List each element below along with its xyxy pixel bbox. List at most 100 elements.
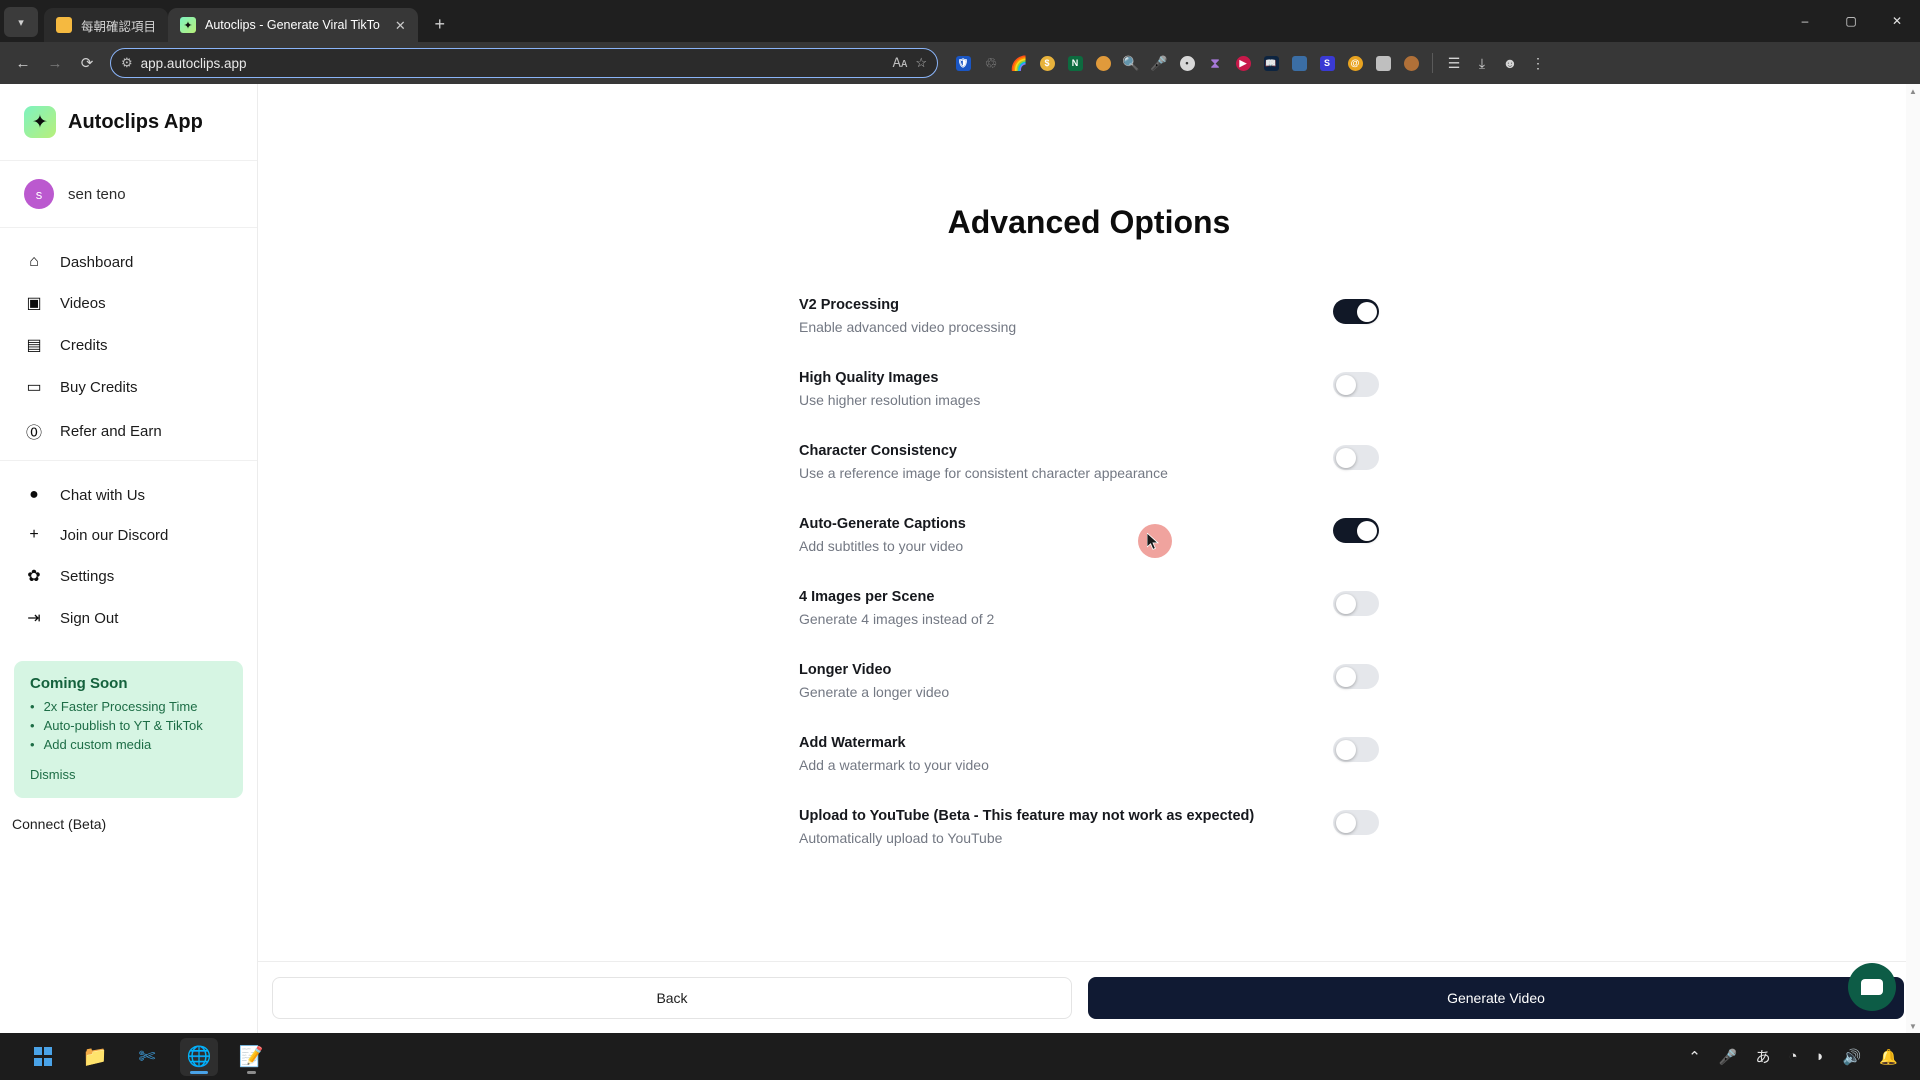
- page-info-icon[interactable]: ⚙: [121, 55, 133, 71]
- generate-video-button[interactable]: Generate Video: [1088, 976, 1904, 1019]
- option-description: Generate 4 images instead of 2: [799, 611, 995, 627]
- dismiss-link[interactable]: Dismiss: [30, 767, 76, 782]
- option-label: Add Watermark: [799, 735, 906, 751]
- browser-window: ▾ 每朝確認項目 ✦ Autoclips - Generate Viral Ti…: [0, 0, 1920, 1033]
- tab-title: Autoclips - Generate Viral TikTo: [205, 18, 380, 32]
- option-label: High Quality Images: [799, 370, 939, 386]
- sidebar-item-credits[interactable]: ▤ Credits: [0, 324, 257, 366]
- window-controls: – ▢ ✕: [1782, 0, 1920, 42]
- color-wheel-extension-icon[interactable]: 🌈: [1006, 50, 1032, 76]
- hourglass-extension-icon[interactable]: ⧗: [1202, 50, 1228, 76]
- back-icon[interactable]: ←: [8, 48, 38, 78]
- new-tab-button[interactable]: +: [426, 10, 454, 38]
- moon-icon[interactable]: ◔: [1789, 1048, 1798, 1065]
- sidebar: ✦ Autoclips App s sen teno ⌂ Dashboard ▣…: [0, 84, 258, 1033]
- blue-extension-icon[interactable]: [1286, 50, 1312, 76]
- user-row[interactable]: s sen teno: [0, 161, 257, 228]
- sidebar-item-label: Sign Out: [60, 609, 119, 627]
- file-explorer-icon[interactable]: 📁: [76, 1038, 114, 1076]
- toggle-character-consistency[interactable]: [1333, 445, 1379, 470]
- book-extension-icon[interactable]: 📖: [1258, 50, 1284, 76]
- toggle-v2-processing[interactable]: [1333, 299, 1379, 324]
- search-extension-icon[interactable]: 🔍: [1118, 50, 1144, 76]
- download-icon[interactable]: ⤓: [1469, 50, 1495, 76]
- toggle-knob: [1335, 374, 1356, 395]
- toggle-high-quality-images[interactable]: [1333, 372, 1379, 397]
- wifi-icon[interactable]: ◗: [1816, 1048, 1825, 1065]
- vscode-icon[interactable]: ✄: [128, 1038, 166, 1076]
- robot-extension-icon[interactable]: •: [1174, 50, 1200, 76]
- option-description: Generate a longer video: [799, 684, 950, 700]
- back-button[interactable]: Back: [272, 976, 1072, 1019]
- window-close-button[interactable]: ✕: [1874, 0, 1920, 42]
- option-row-4-images-per-scene: 4 Images per Scene Generate 4 images ins…: [799, 589, 1379, 627]
- frame-extension-icon[interactable]: [1370, 50, 1396, 76]
- ninja-extension-icon[interactable]: [1090, 50, 1116, 76]
- recycle-extension-icon[interactable]: ♲: [978, 50, 1004, 76]
- toggle-knob: [1335, 812, 1356, 833]
- address-bar[interactable]: ⚙ app.autoclips.app 🗛 ☆: [110, 48, 938, 78]
- sidebar-item-chat-with-us[interactable]: ● Chat with Us: [0, 475, 257, 515]
- shield-extension-icon[interactable]: 🛡: [950, 50, 976, 76]
- brand-name: Autoclips App: [68, 110, 203, 133]
- sidebar-item-settings[interactable]: ✿ Settings: [0, 555, 257, 597]
- option-description: Add subtitles to your video: [799, 538, 964, 554]
- sidebar-item-sign-out[interactable]: ⇥ Sign Out: [0, 597, 257, 639]
- reload-icon[interactable]: ⟳: [72, 48, 102, 78]
- scroll-up-icon[interactable]: ▲: [1906, 84, 1920, 98]
- ticket-icon: ▤: [26, 337, 42, 354]
- notification-bell-icon[interactable]: 🔔: [1879, 1048, 1898, 1066]
- sidebar-item-videos[interactable]: ▣ Videos: [0, 282, 257, 324]
- toggle-knob: [1335, 447, 1356, 468]
- page-scrollbar[interactable]: ▲ ▼: [1906, 84, 1920, 1033]
- brand[interactable]: ✦ Autoclips App: [0, 84, 257, 161]
- chrome-icon[interactable]: 🌐: [180, 1037, 218, 1076]
- ime-japanese-icon[interactable]: あ: [1755, 1046, 1770, 1067]
- toggle-longer-video[interactable]: [1333, 664, 1379, 689]
- profile-icon[interactable]: ☻: [1497, 50, 1523, 76]
- chevron-up-icon[interactable]: ⌃: [1688, 1048, 1701, 1066]
- forward-icon[interactable]: →: [40, 48, 70, 78]
- chat-bubble-icon: ●: [29, 486, 39, 503]
- scroll-down-icon[interactable]: ▼: [1906, 1019, 1920, 1033]
- cookie-extension-icon[interactable]: [1398, 50, 1424, 76]
- microphone-icon[interactable]: 🎤: [1719, 1048, 1738, 1066]
- page-title: Advanced Options: [947, 204, 1231, 240]
- notion-extension-icon[interactable]: N: [1062, 50, 1088, 76]
- toggle-auto-generate-captions[interactable]: [1333, 518, 1379, 543]
- play-extension-icon[interactable]: ▶: [1230, 50, 1256, 76]
- toggle-upload-to-youtube[interactable]: [1333, 810, 1379, 835]
- reading-list-icon[interactable]: ☰: [1441, 50, 1467, 76]
- browser-tab-2[interactable]: ✦ Autoclips - Generate Viral TikTo ✕: [168, 8, 418, 42]
- browser-tab-1[interactable]: 每朝確認項目: [44, 8, 169, 42]
- maximize-button[interactable]: ▢: [1828, 0, 1874, 42]
- close-icon[interactable]: ✕: [395, 19, 406, 32]
- coin-extension-icon[interactable]: $: [1034, 50, 1060, 76]
- sidebar-item-label: Refer and Earn: [60, 422, 162, 440]
- sidebar-item-join-our-discord[interactable]: + Join our Discord: [0, 515, 257, 555]
- coming-soon-list: 2x Faster Processing Time Auto-publish t…: [30, 699, 227, 752]
- volume-icon[interactable]: 🔊: [1843, 1048, 1862, 1066]
- toggle-4-images-per-scene[interactable]: [1333, 591, 1379, 616]
- minimize-button[interactable]: –: [1782, 0, 1828, 42]
- footer-actions: Back Generate Video: [258, 961, 1920, 1033]
- microphone-extension-icon[interactable]: 🎤: [1146, 50, 1172, 76]
- sidebar-item-dashboard[interactable]: ⌂ Dashboard: [0, 242, 257, 282]
- option-row-longer-video: Longer Video Generate a longer video: [799, 662, 1379, 700]
- sidebar-item-refer-and-earn[interactable]: ⓪ Refer and Earn: [0, 408, 257, 454]
- taskbar-tray: ⌃ 🎤 あ ◔ ◗ 🔊 🔔: [1688, 1046, 1898, 1067]
- menu-icon[interactable]: ⋮: [1525, 50, 1551, 76]
- spiral-extension-icon[interactable]: @: [1342, 50, 1368, 76]
- notepad-icon[interactable]: 📝: [232, 1038, 270, 1076]
- windows-start-icon[interactable]: [24, 1038, 62, 1076]
- tab-search-chevron-down-icon[interactable]: ▾: [4, 7, 38, 37]
- sidebar-item-label: Credits: [60, 336, 108, 354]
- s-extension-icon[interactable]: S: [1314, 50, 1340, 76]
- chat-widget-icon[interactable]: [1848, 963, 1896, 1011]
- sidebar-item-buy-credits[interactable]: ▭ Buy Credits: [0, 366, 257, 408]
- translate-icon[interactable]: 🗛: [893, 55, 908, 71]
- star-icon[interactable]: ☆: [915, 55, 927, 71]
- coming-soon-title: Coming Soon: [30, 675, 128, 692]
- connect-beta-label[interactable]: Connect (Beta): [0, 798, 257, 832]
- toggle-add-watermark[interactable]: [1333, 737, 1379, 762]
